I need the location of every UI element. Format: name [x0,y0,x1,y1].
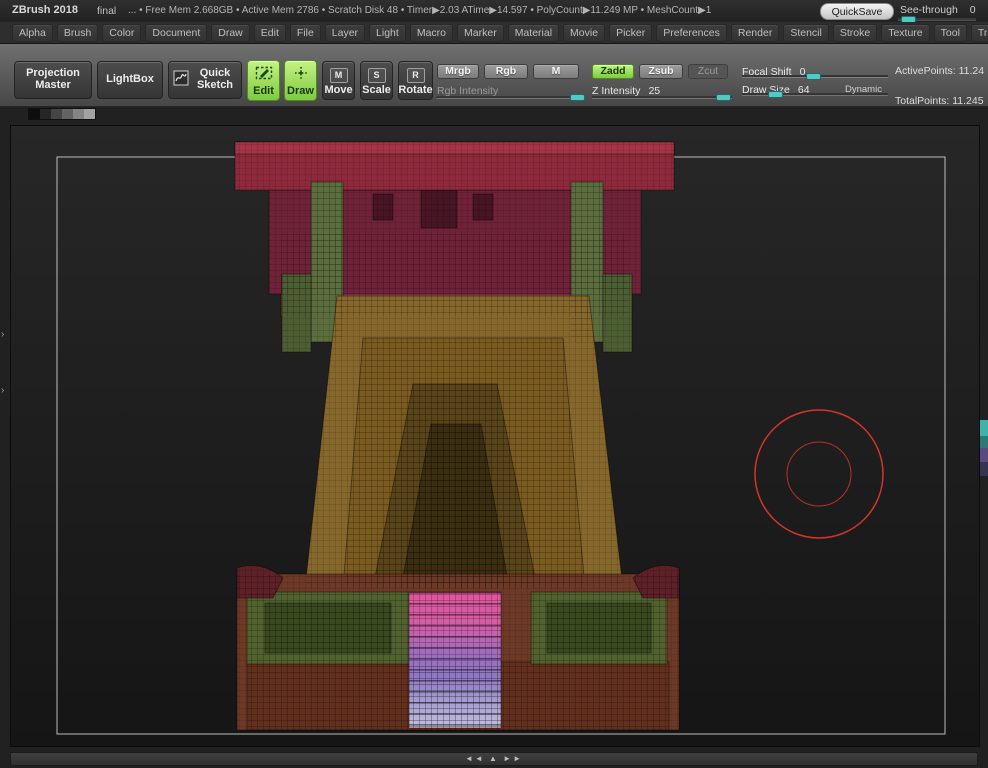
rgb-intensity-handle[interactable] [570,94,585,101]
menu-item-edit[interactable]: Edit [253,23,286,42]
seethrough-label: See-through [900,4,958,16]
menu-item-movie[interactable]: Movie [563,23,606,42]
top-shelf-toolbar: Projection Master LightBox Quick Sketch … [0,44,988,107]
menu-item-render[interactable]: Render [730,23,780,42]
rotate-label: Rotate [398,83,433,96]
menu-item-layer[interactable]: Layer [324,23,366,42]
menu-item-file[interactable]: File [289,23,321,42]
menu-item-document[interactable]: Document [145,23,208,42]
menu-item-color[interactable]: Color [102,23,142,42]
draw-label: Draw [287,85,314,97]
draw-size-handle[interactable] [768,91,783,98]
menu-bar: Alpha Brush Color Document Draw Edit Fil… [0,22,988,44]
edit-button[interactable]: Edit [247,60,280,101]
scale-icon: S [367,67,386,83]
brush-cursor-icon [754,409,884,539]
m-button[interactable]: M [533,64,579,79]
zadd-button[interactable]: Zadd [592,64,634,79]
menu-item-light[interactable]: Light [369,23,406,42]
menu-item-material[interactable]: Material [507,23,560,42]
scale-label: Scale [362,83,391,96]
menu-item-tool[interactable]: Tool [933,23,967,42]
menu-item-preferences[interactable]: Preferences [656,23,727,42]
menu-item-stencil[interactable]: Stencil [783,23,829,42]
document-name: final [97,5,117,17]
rotate-button[interactable]: R Rotate [398,61,433,100]
menu-item-texture[interactable]: Texture [881,23,930,42]
edit-icon [255,66,273,84]
projection-master-button[interactable]: Projection Master [14,61,92,99]
rotate-icon: R [406,67,425,83]
draw-button[interactable]: Draw [284,60,317,101]
total-points-readout: TotalPoints: 11.245 [895,95,984,107]
rgb-intensity-slider[interactable]: Rgb Intensity [437,81,585,101]
focal-shift-handle[interactable] [806,73,821,80]
app-title: ZBrush 2018 [12,4,79,16]
bottom-dock-bar[interactable]: ◄◄ ▲ ►► [10,752,978,766]
mrgb-button[interactable]: Mrgb [437,64,479,79]
menu-item-stroke[interactable]: Stroke [832,23,878,42]
focal-shift-slider[interactable]: Focal Shift 0 [742,62,888,80]
move-button[interactable]: M Move [322,61,355,100]
menu-item-alpha[interactable]: Alpha [12,23,53,42]
z-intensity-handle[interactable] [716,94,731,101]
quick-sketch-label: Quick Sketch [196,67,234,91]
dock-arrows-icon[interactable]: ◄◄ ▲ ►► [11,754,977,763]
zsub-button[interactable]: Zsub [639,64,683,79]
stair-steps-shading [409,592,501,728]
sculpt-viewport [56,141,946,735]
right-tray-handle[interactable] [980,420,988,476]
z-intensity-slider[interactable]: Z Intensity 25 [592,81,732,101]
quick-sketch-icon [173,70,189,90]
menu-item-macro[interactable]: Macro [409,23,454,42]
menu-item-brush[interactable]: Brush [56,23,99,42]
document-canvas[interactable] [10,125,980,747]
menu-item-picker[interactable]: Picker [609,23,653,42]
z-intensity-track[interactable] [592,96,732,98]
draw-icon [293,66,309,84]
quicksave-button[interactable]: QuickSave [820,3,894,20]
menu-item-marker[interactable]: Marker [457,23,504,42]
lightbox-button[interactable]: LightBox [97,61,163,99]
memory-stats: ... • Free Mem 2.668GB • Active Mem 2786… [128,5,712,16]
scale-button[interactable]: S Scale [360,61,393,100]
title-bar: ZBrush 2018 final ... • Free Mem 2.668GB… [0,0,988,23]
zbrush-window: { "title_bar": { "app_title": "ZBrush 20… [0,0,988,768]
seethrough-slider-label: See-through 0 [900,4,976,16]
zcut-button[interactable]: Zcut [688,64,728,79]
quick-sketch-button[interactable]: Quick Sketch [168,61,242,99]
rgb-button[interactable]: Rgb [484,64,528,79]
edit-label: Edit [253,85,274,97]
left-tray-arrow-icon-2[interactable]: › [1,386,10,396]
active-points-readout: ActivePoints: 11.24 [895,65,985,77]
seethrough-value: 0 [969,4,976,16]
gradient-strip [28,108,96,120]
rgb-intensity-track[interactable] [437,96,585,98]
move-icon: M [329,67,348,83]
menu-item-draw[interactable]: Draw [211,23,250,42]
left-tray-arrow-icon[interactable]: › [1,330,10,340]
dynamic-label: Dynamic [845,84,882,95]
move-label: Move [324,83,353,96]
menu-item-transform[interactable]: Transform [970,23,988,42]
